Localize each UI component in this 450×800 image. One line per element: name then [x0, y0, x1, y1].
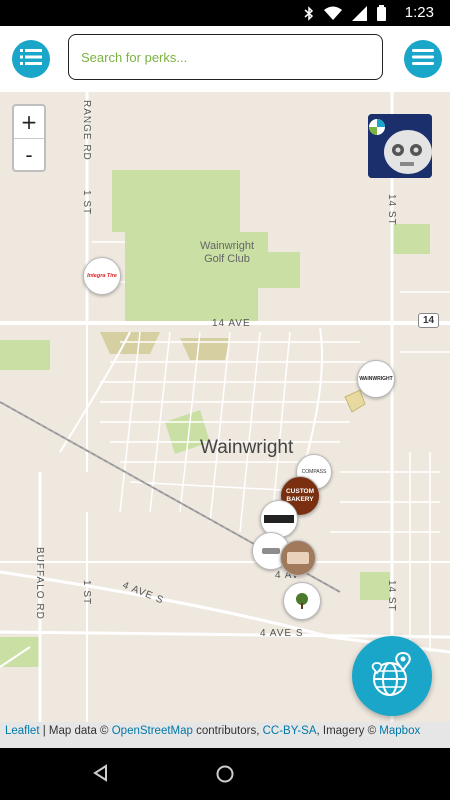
wifi-icon: [324, 6, 342, 25]
status-time: 1:23: [404, 4, 434, 21]
list-icon: [20, 48, 42, 71]
merchant-marker-restaurant[interactable]: [280, 540, 316, 576]
zoom-control: + -: [12, 104, 46, 172]
menu-button[interactable]: [404, 40, 442, 78]
search-input[interactable]: [79, 48, 372, 66]
marker-logo: [287, 552, 309, 564]
nearby-perks-button[interactable]: [352, 636, 432, 716]
app-bar: [0, 26, 450, 94]
zoom-in-button[interactable]: +: [14, 106, 44, 139]
mapbox-link[interactable]: Mapbox: [379, 725, 420, 737]
bluetooth-icon: [304, 5, 314, 26]
navigation-bar: [0, 748, 450, 800]
merchant-marker-tree-shop[interactable]: [283, 582, 321, 620]
attribution-text: | Map data ©: [39, 725, 112, 737]
range-rd-label: RANGE RD: [81, 100, 92, 161]
fourth-ave-s-bottom-label: 4 AVE S: [260, 628, 304, 639]
signal-icon: [352, 5, 367, 26]
fourteenth-ave-label: 14 AVE: [212, 318, 251, 329]
status-icons: [304, 5, 386, 26]
first-st-top-label: 1 ST: [81, 190, 92, 216]
tree-icon: [296, 593, 308, 609]
marker-label: WAINWRIGHT: [359, 376, 393, 382]
home-icon[interactable]: [215, 764, 235, 789]
hamburger-icon: [412, 48, 434, 71]
status-bar: 1:23: [0, 0, 450, 26]
marker-label: COMPASS: [301, 469, 327, 475]
back-icon[interactable]: [92, 764, 108, 787]
highway-14-shield: 14: [418, 313, 440, 328]
merchant-marker-wainwright[interactable]: WAINWRIGHT: [357, 360, 395, 398]
fourteenth-st-top-label: 14 ST: [386, 194, 397, 226]
merchant-marker-integra-tire[interactable]: Integra Tire: [83, 257, 121, 295]
first-st-bottom-label: 1 ST: [81, 580, 92, 606]
buffalo-rd-label: BUFFALO RD: [34, 547, 45, 620]
attribution-text: , Imagery ©: [316, 725, 380, 737]
marker-label: CUSTOM BAKERY: [285, 488, 315, 503]
fourteenth-st-bottom-label: 14 ST: [386, 580, 397, 612]
map-tiles: [0, 92, 450, 722]
zoom-out-button[interactable]: -: [14, 139, 44, 171]
town-label: Wainwright: [200, 437, 294, 458]
license-link[interactable]: CC-BY-SA: [263, 725, 317, 737]
marker-logo: [262, 548, 280, 554]
marker-logo: [264, 515, 294, 523]
list-view-button[interactable]: [12, 40, 50, 78]
search-field[interactable]: [68, 34, 383, 80]
golf-club-label: Wainwright Golf Club: [200, 240, 254, 265]
openstreetmap-link[interactable]: OpenStreetMap: [112, 725, 193, 737]
globe-pin-icon: [371, 651, 411, 696]
marker-label: Integra Tire: [87, 273, 117, 279]
map-attribution: Leaflet | Map data © OpenStreetMap contr…: [0, 722, 450, 748]
robot-avatar-icon: [368, 114, 432, 178]
battery-icon: [377, 5, 386, 26]
leaflet-link[interactable]: Leaflet: [5, 725, 40, 737]
user-avatar[interactable]: [368, 114, 432, 178]
attribution-text: contributors,: [192, 725, 263, 737]
map-view[interactable]: Wainwright Golf Club Wainwright RANGE RD …: [0, 92, 450, 722]
